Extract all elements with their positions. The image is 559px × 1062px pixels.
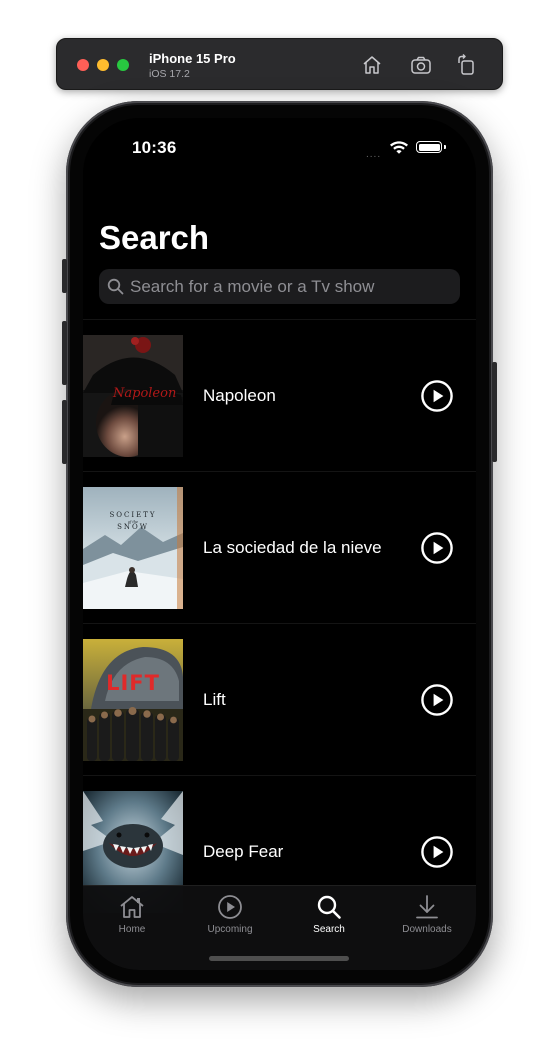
simulator-device-name: iPhone 15 Pro <box>149 51 236 66</box>
rotate-icon[interactable] <box>455 53 479 77</box>
result-title: Napoleon <box>203 386 276 405</box>
battery-nub <box>444 145 446 149</box>
search-input[interactable] <box>130 269 450 304</box>
simulator-os-version: iOS 17.2 <box>149 68 190 80</box>
simulator-toolbar: iPhone 15 Pro iOS 17.2 <box>56 38 503 90</box>
tab-downloads[interactable]: Downloads <box>378 893 476 943</box>
tab-home[interactable]: Home <box>83 893 181 943</box>
svg-text:SNOW: SNOW <box>117 523 149 531</box>
zoom-window-button[interactable] <box>117 59 129 71</box>
magnifier-icon <box>107 278 124 295</box>
tab-label: Downloads <box>402 924 452 935</box>
close-window-button[interactable] <box>77 59 89 71</box>
phone-screen: 10:36 .... Search Search for a movie or … <box>83 118 476 970</box>
tab-label: Upcoming <box>207 924 253 935</box>
page-title: Search <box>99 219 210 256</box>
result-title: Lift <box>203 690 226 709</box>
result-title: La sociedad de la nieve <box>203 538 382 557</box>
power-button <box>492 362 497 462</box>
battery-icon <box>416 141 442 153</box>
lift-poster: LIFT <box>83 639 183 761</box>
magnifier-icon <box>317 895 341 919</box>
society-of-the-snow-poster: SOCIETY of the SNOW <box>83 487 183 609</box>
volume-down-button <box>62 400 67 464</box>
minimize-window-button[interactable] <box>97 59 109 71</box>
play-circle-icon[interactable] <box>421 836 453 868</box>
house-icon <box>120 896 144 918</box>
result-title: Deep Fear <box>203 842 284 861</box>
search-bar[interactable] <box>99 269 460 304</box>
tab-label: Home <box>118 924 146 935</box>
download-icon <box>416 895 438 919</box>
status-time: 10:36 <box>132 138 177 157</box>
cellular-signal-icon: .... <box>366 149 382 160</box>
napoleon-poster: Napoleon <box>83 335 183 457</box>
list-item[interactable]: LIFT Lift <box>83 623 476 775</box>
home-icon[interactable] <box>360 53 384 77</box>
play-circle-icon <box>218 895 242 919</box>
action-button <box>62 259 67 293</box>
play-circle-icon[interactable] <box>421 532 453 564</box>
tab-search[interactable]: Search <box>280 893 378 943</box>
screenshot-icon[interactable] <box>409 53 433 77</box>
play-circle-icon[interactable] <box>421 380 453 412</box>
svg-text:Napoleon: Napoleon <box>112 386 176 401</box>
home-indicator <box>209 956 349 961</box>
svg-text:SOCIETY: SOCIETY <box>109 511 156 519</box>
volume-up-button <box>62 321 67 385</box>
tab-upcoming[interactable]: Upcoming <box>181 893 279 943</box>
results-list: Napoleon Napoleon SOCIETY of the SNOW La… <box>83 319 476 927</box>
tab-label: Search <box>313 924 345 935</box>
list-item[interactable]: SOCIETY of the SNOW La sociedad de la ni… <box>83 471 476 623</box>
svg-text:LIFT: LIFT <box>106 671 160 695</box>
list-item[interactable]: Napoleon Napoleon <box>83 319 476 471</box>
wifi-icon <box>389 140 409 154</box>
play-circle-icon[interactable] <box>421 684 453 716</box>
